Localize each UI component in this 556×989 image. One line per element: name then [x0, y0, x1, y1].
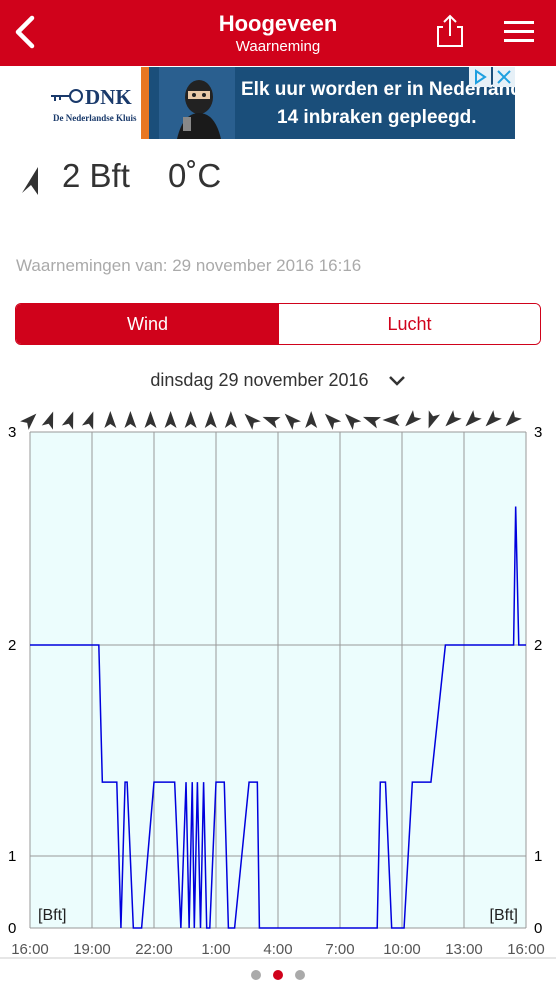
wind-direction-arrow [465, 410, 482, 427]
x-tick-label: 16:00 [11, 941, 49, 958]
wind-direction-arrow [362, 416, 381, 429]
ad-brand: DNK [85, 85, 132, 109]
x-tick-label: 13:00 [445, 941, 483, 958]
wind-direction-arrow [124, 411, 137, 428]
wind-direction-arrow [284, 413, 301, 430]
wind-direction-arrow [382, 414, 400, 426]
tab-wind[interactable]: Wind [16, 304, 279, 344]
x-tick-label: 19:00 [73, 941, 111, 958]
hamburger-menu-icon[interactable] [504, 19, 534, 45]
ad-close-icon[interactable] [493, 67, 515, 87]
y-tick-label-left: 1 [8, 848, 16, 865]
wind-direction-arrow [204, 411, 217, 428]
ad-brand-sub: De Nederlandse Kluis [53, 113, 137, 123]
current-wind-speed: 2 Bft [62, 157, 130, 194]
y-tick-label-right: 3 [534, 424, 542, 441]
ad-line-2: 14 inbraken gepleegd. [277, 107, 477, 128]
app-header: Hoogeveen Waarneming [0, 0, 556, 66]
x-tick-label: 10:00 [383, 941, 421, 958]
wind-direction-arrow [184, 411, 197, 428]
wind-direction-arrow [144, 411, 157, 428]
wind-direction-arrow [405, 410, 422, 427]
burglar-icon [159, 67, 235, 139]
key-icon [51, 89, 83, 103]
wind-direction-icon [22, 167, 38, 195]
share-icon[interactable] [434, 14, 466, 48]
page-dot[interactable] [251, 970, 261, 980]
ad-logo: DNK De Nederlandse Kluis [41, 67, 149, 139]
date-selector[interactable]: dinsdag 29 november 2016 [0, 370, 556, 391]
page-dot-active[interactable] [273, 970, 283, 980]
page-dot[interactable] [295, 970, 305, 980]
unit-label-left: [Bft] [38, 907, 66, 924]
wind-direction-arrow [20, 413, 37, 430]
current-temperature: 0˚C [168, 157, 222, 194]
x-tick-label: 16:00 [507, 941, 545, 958]
ad-banner[interactable]: DNK De Nederlandse Kluis Elk uur worden … [41, 67, 515, 139]
wind-direction-arrow [61, 411, 74, 430]
page-indicator [0, 967, 556, 985]
wind-chart: 3 3 2 2 1 1 0 0 16:00 19:00 22:00 1:00 4:00 7:00 10:00… [0, 410, 556, 959]
wind-direction-arrow [41, 411, 54, 430]
page-subtitle: Waarneming [235, 38, 321, 55]
wind-direction-arrow [164, 411, 177, 428]
y-tick-label-right: 1 [534, 848, 542, 865]
date-label: dinsdag 29 november 2016 [150, 370, 369, 390]
x-tick-label: 4:00 [263, 941, 292, 958]
y-tick-label-left: 3 [8, 424, 16, 441]
tab-segmented-control: Wind Lucht [15, 303, 541, 345]
x-tick-label: 7:00 [325, 941, 354, 958]
x-tick-label: 22:00 [135, 941, 173, 958]
y-tick-label-right: 2 [534, 637, 542, 654]
page-title: Hoogeveen [218, 11, 338, 36]
y-tick-label-left: 2 [8, 637, 16, 654]
chevron-down-icon [388, 376, 405, 387]
wind-direction-arrow [224, 411, 237, 428]
wind-direction-arrow [505, 410, 522, 427]
wind-direction-arrow [104, 411, 117, 428]
observation-timestamp: Waarnemingen van: 29 november 2016 16:16 [16, 256, 362, 275]
wind-direction-arrow [305, 411, 318, 428]
unit-label-right: [Bft] [490, 907, 518, 924]
wind-direction-arrow [344, 413, 362, 430]
wind-direction-arrow [485, 410, 502, 427]
y-tick-label-right: 0 [534, 920, 542, 937]
wind-direction-arrow [244, 413, 261, 430]
wind-direction-arrow [81, 411, 94, 430]
wind-direction-arrow [428, 410, 441, 429]
tab-lucht[interactable]: Lucht [279, 304, 540, 344]
y-tick-label-left: 0 [8, 920, 16, 937]
wind-direction-arrow [262, 416, 281, 429]
wind-direction-arrow [324, 413, 342, 430]
wind-direction-arrow [445, 410, 462, 427]
ad-choices-icon[interactable] [469, 67, 491, 87]
x-tick-label: 1:00 [201, 941, 230, 958]
